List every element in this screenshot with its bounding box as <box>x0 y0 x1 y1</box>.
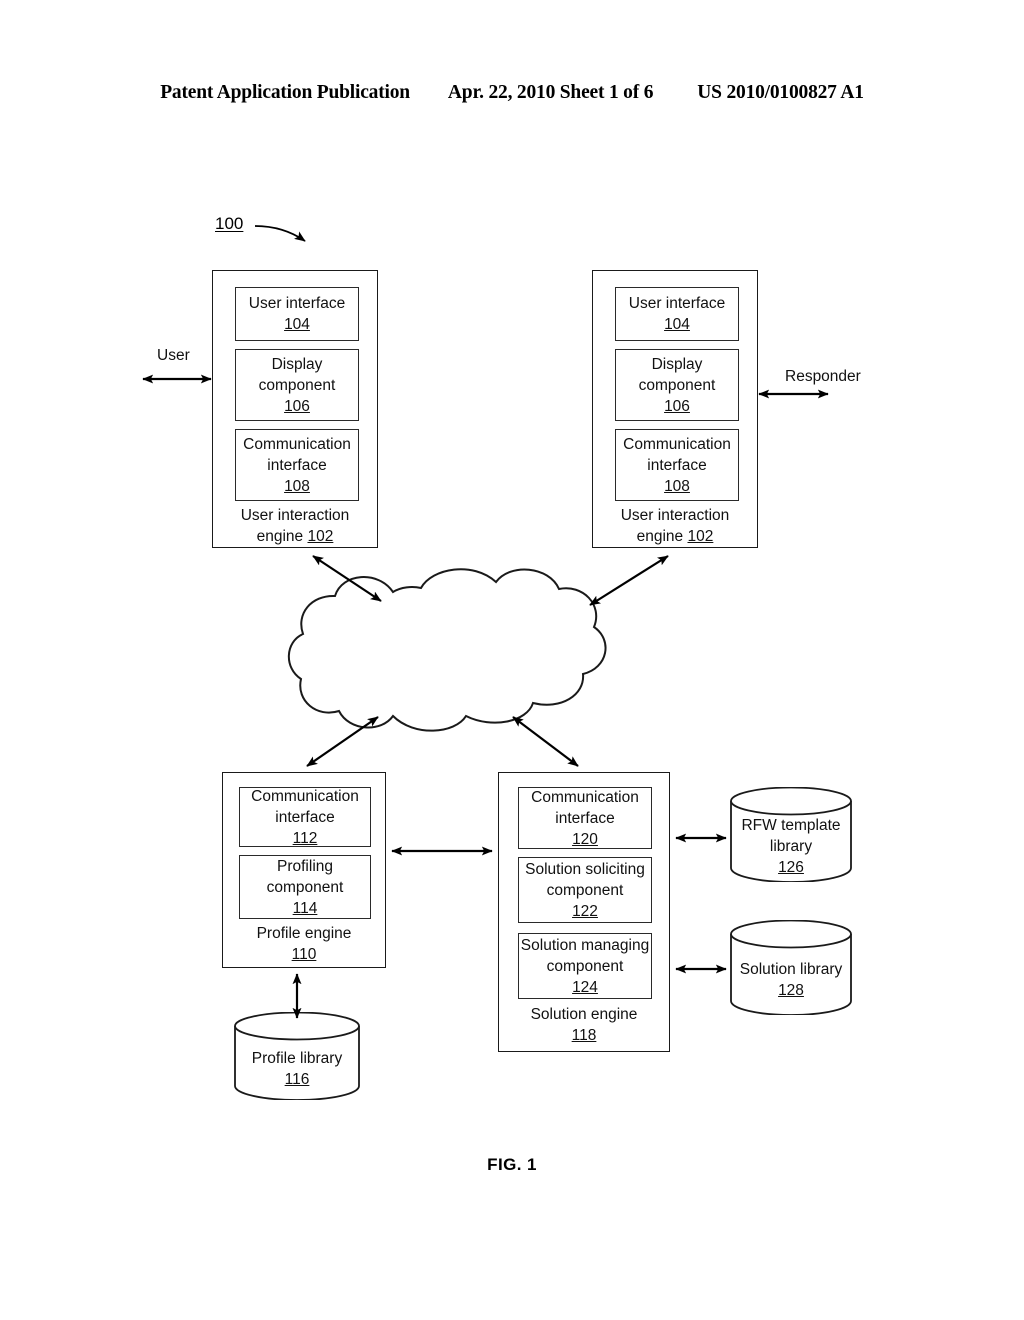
responder-actor-label: Responder <box>785 368 861 385</box>
network-label: Network <box>456 629 514 646</box>
solution-managing-ref: 124 <box>572 978 598 996</box>
rfw-template-library-label-line2: library <box>769 838 813 855</box>
display-component-box-right: Display component 106 <box>615 349 739 421</box>
user-interaction-engine-caption-line1-right: User interaction <box>620 507 730 524</box>
display-component-ref-left: 106 <box>284 397 310 415</box>
communication-interface-label-line2-left: interface <box>267 456 327 474</box>
profile-communication-interface-label-line2: interface <box>275 808 335 826</box>
system-reference-lead-arrow <box>254 225 306 242</box>
solution-managing-label-line2: component <box>546 957 624 975</box>
user-interaction-engine-right: User interface 104 Display component 106… <box>592 270 758 548</box>
profiling-component-box: Profiling component 114 <box>239 855 371 919</box>
communication-interface-label-line2-right: interface <box>647 456 707 474</box>
engine-word-right: engine <box>636 528 684 545</box>
user-interface-label-right: User interface <box>628 295 726 312</box>
profile-engine-box: Communication interface 112 Profiling co… <box>222 772 386 968</box>
left-engine-to-network-arrow <box>312 555 382 602</box>
rfw-template-library-ref: 126 <box>778 859 804 876</box>
profiling-component-label-line1: Profiling <box>277 857 333 875</box>
display-component-box-left: Display component 106 <box>235 349 359 421</box>
profile-library-label: Profile library <box>251 1050 343 1067</box>
user-interface-ref-right: 104 <box>664 316 690 333</box>
publication-number: US 2010/0100827 A1 <box>697 82 864 103</box>
communication-interface-box-right: Communication interface 108 <box>615 429 739 501</box>
user-interaction-engine-caption-line2-right: engine 102 <box>593 526 757 547</box>
user-interaction-engine-ref-left: 102 <box>307 528 334 545</box>
profile-communication-interface-label-line1: Communication <box>251 787 359 805</box>
solution-engine-caption: Solution engine <box>530 1006 638 1023</box>
system-reference-numeral: 100 <box>215 214 244 233</box>
publication-header: Patent Application Publication Apr. 22, … <box>0 82 1024 104</box>
user-interface-label-left: User interface <box>248 295 346 312</box>
solution-managing-component-box: Solution managing component 124 <box>518 933 652 999</box>
rfw-template-library-cylinder: RFW template library 126 <box>730 786 852 883</box>
solution-communication-interface-ref: 120 <box>572 830 598 848</box>
solution-library-ref: 128 <box>778 982 804 999</box>
communication-interface-label-line1-left: Communication <box>243 435 351 453</box>
figure-caption: FIG. 1 <box>487 1155 537 1174</box>
solution-managing-label-line1: Solution managing <box>520 936 650 954</box>
profiling-component-label-line2: component <box>266 878 344 896</box>
user-interface-box-left: User interface 104 <box>235 287 359 341</box>
publication-date-sheet: Apr. 22, 2010 Sheet 1 of 6 <box>447 82 654 103</box>
solution-library-label: Solution library <box>739 961 843 978</box>
user-interaction-engine-caption-line2-left: engine 102 <box>213 526 377 547</box>
profiling-component-ref: 114 <box>292 899 318 917</box>
solution-engine-to-network-arrow <box>512 716 579 767</box>
publication-type: Patent Application Publication <box>160 82 410 103</box>
communication-interface-ref-left: 108 <box>284 477 310 495</box>
solution-soliciting-ref: 122 <box>572 902 598 920</box>
rfw-template-library-label-line1: RFW template <box>741 817 841 834</box>
user-interface-box-right: User interface 104 <box>615 287 739 341</box>
solution-soliciting-component-box: Solution soliciting component 122 <box>518 857 652 923</box>
profile-engine-caption: Profile engine <box>256 925 352 942</box>
solution-soliciting-label-line2: component <box>546 881 624 899</box>
user-interaction-engine-left: User interface 104 Display component 106… <box>212 270 378 548</box>
solution-library-cylinder: Solution library 128 <box>730 919 852 1016</box>
network-ref: 130 <box>472 650 498 667</box>
user-interaction-engine-caption-line1-left: User interaction <box>240 507 350 524</box>
profile-communication-interface-ref: 112 <box>292 829 318 847</box>
profile-communication-interface-box: Communication interface 112 <box>239 787 371 847</box>
right-engine-to-network-arrow <box>589 555 669 606</box>
solution-communication-interface-box: Communication interface 120 <box>518 787 652 849</box>
display-component-label-line1-left: Display <box>271 355 323 373</box>
engine-word-left: engine <box>256 528 304 545</box>
user-actor-label: User <box>157 347 190 364</box>
solution-engine-box: Communication interface 120 Solution sol… <box>498 772 670 1052</box>
profile-engine-ref: 110 <box>291 946 317 963</box>
user-interface-ref-left: 104 <box>284 316 310 333</box>
solution-engine-ref: 118 <box>571 1027 597 1044</box>
profile-engine-to-network-arrow <box>306 716 379 767</box>
solution-communication-interface-label-line1: Communication <box>531 788 639 806</box>
solution-soliciting-label-line1: Solution soliciting <box>525 860 645 878</box>
patent-figure-page: Patent Application Publication Apr. 22, … <box>0 0 1024 1320</box>
display-component-label-line2-left: component <box>258 376 336 394</box>
profile-library-ref: 116 <box>284 1071 310 1088</box>
communication-interface-label-line1-right: Communication <box>623 435 731 453</box>
user-interaction-engine-ref-right: 102 <box>687 528 714 545</box>
display-component-label-line2-right: component <box>638 376 716 394</box>
display-component-ref-right: 106 <box>664 397 690 415</box>
network-cloud-label: Network 130 <box>400 627 570 669</box>
communication-interface-box-left: Communication interface 108 <box>235 429 359 501</box>
communication-interface-ref-right: 108 <box>664 477 690 495</box>
profile-library-cylinder: Profile library 116 <box>234 1011 360 1101</box>
solution-communication-interface-label-line2: interface <box>555 809 615 827</box>
display-component-label-line1-right: Display <box>651 355 703 373</box>
